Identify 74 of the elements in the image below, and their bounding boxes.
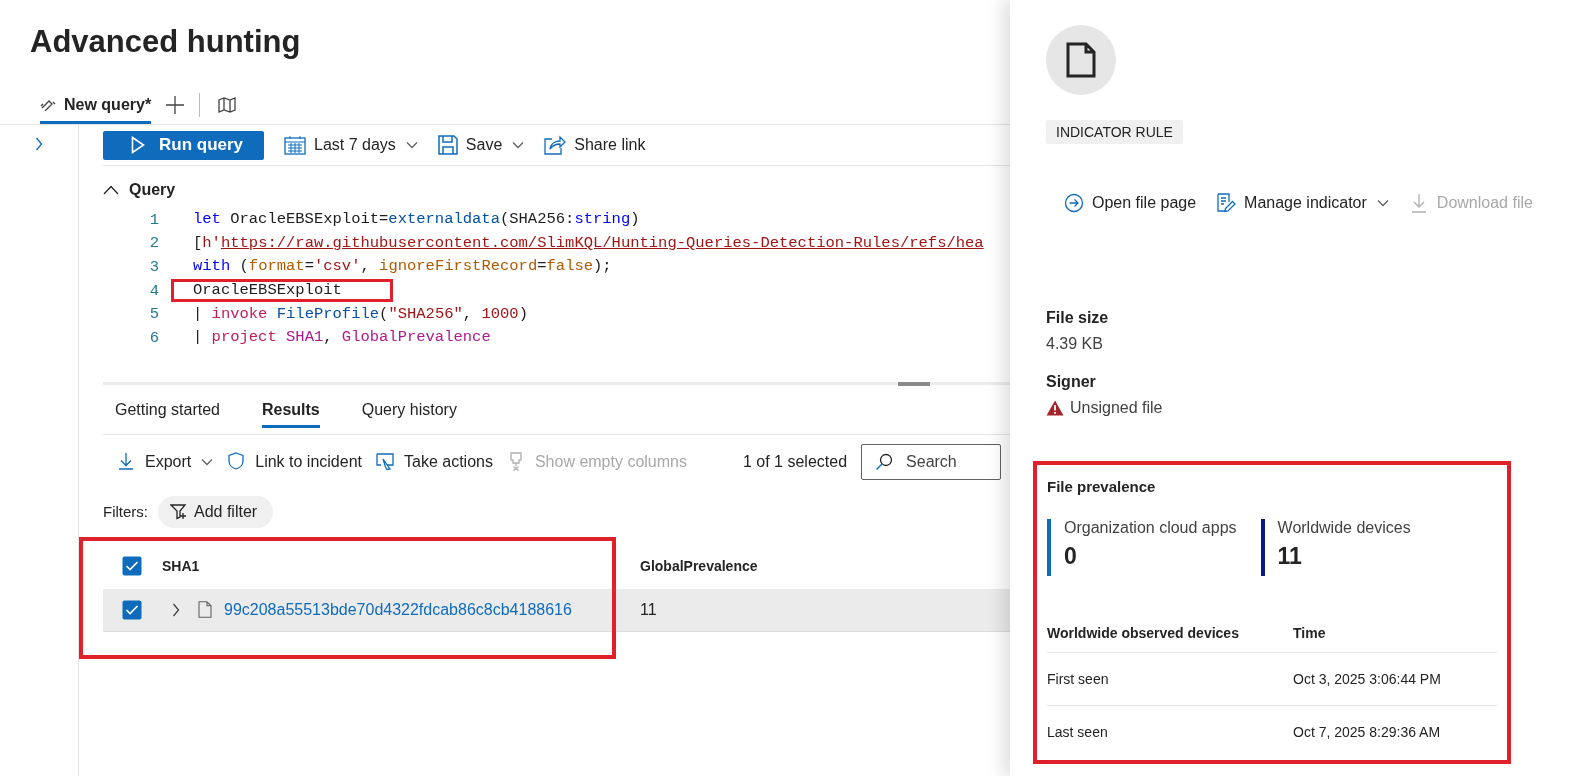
stat-value: 11 — [1277, 543, 1303, 570]
column-header: Worldwide observed devices — [1047, 625, 1240, 641]
chevron-down-icon — [201, 457, 214, 466]
share-link-button[interactable]: Share link — [544, 135, 646, 155]
line-number: 2 — [148, 234, 160, 253]
chevron-down-icon — [1376, 199, 1389, 207]
card-title: File prevalence — [1047, 478, 1157, 495]
edit-list-icon — [1216, 193, 1237, 213]
type-badge: INDICATOR RULE — [1046, 120, 1183, 144]
open-file-page-button[interactable]: Open file page — [1064, 193, 1197, 213]
table-cell-text: First seen — [1047, 671, 1110, 687]
code-line[interactable]: | project SHA1, GlobalPrevalence — [171, 326, 496, 350]
results-tab[interactable]: Results — [261, 394, 320, 428]
export-button[interactable]: Export — [117, 451, 214, 472]
share-icon — [544, 135, 567, 155]
sha1-link[interactable]: 99c208a55513bde70d4322fdcab86c8cb4188616 — [224, 600, 572, 619]
column-header[interactable]: GlobalPrevalence — [640, 557, 758, 574]
checkbox[interactable] — [122, 599, 142, 620]
selection-count: 1 of 1 selected — [743, 452, 848, 471]
stat-label: Worldwide devices — [1277, 519, 1411, 537]
plus-icon[interactable] — [165, 95, 186, 115]
take-actions-button[interactable]: Take actions — [376, 451, 493, 472]
save-button[interactable]: Save — [437, 135, 525, 155]
pencil-icon — [40, 99, 56, 111]
file-icon — [198, 601, 212, 619]
results-tab[interactable]: Getting started — [115, 394, 220, 428]
code-line[interactable]: | invoke FileProfile("SHA256", 1000) — [171, 302, 533, 326]
column-header: Time — [1293, 625, 1326, 641]
results-tab[interactable]: Query history — [361, 394, 457, 428]
query-tab[interactable]: New query* — [40, 86, 152, 124]
play-icon — [131, 136, 145, 154]
table-cell: Oct 7, 2025 8:29:36 AM — [1293, 724, 1441, 740]
map-icon[interactable] — [218, 97, 237, 113]
code-line[interactable]: with (format='csv', ignoreFirstRecord=false); — [171, 255, 617, 279]
document-icon — [1066, 42, 1096, 78]
code-line[interactable]: let OracleEBSExploit=externaldata(SHA256:string) — [171, 208, 645, 232]
cursor-screen-icon — [376, 451, 396, 472]
stat-value: 0 — [1064, 543, 1078, 570]
field-value: 4.39 KB — [1046, 335, 1103, 353]
add-filter-button[interactable]: Add filter — [158, 495, 274, 528]
filters-label: Filters: — [103, 503, 148, 521]
chevron-right-icon[interactable] — [172, 602, 180, 617]
checkbox[interactable] — [122, 555, 142, 576]
search-field[interactable]: Search — [861, 443, 1002, 480]
chevron-up-icon — [103, 185, 119, 195]
line-number: 3 — [148, 258, 160, 276]
column-header[interactable]: SHA1 — [162, 557, 640, 574]
chevron-down-icon — [405, 141, 418, 149]
query-section-toggle[interactable]: Query — [103, 180, 176, 200]
manage-indicator-button[interactable]: Manage indicator — [1216, 193, 1389, 213]
field-label: File size — [1046, 309, 1110, 327]
page-title: Advanced hunting — [29, 23, 302, 60]
expand-icon[interactable] — [35, 137, 43, 151]
link-to-incident-button[interactable]: Link to incident — [227, 451, 362, 472]
code-line[interactable]: [h'https://raw.githubusercontent.com/SlimKQL/Hunting-Queries-Detection-Rules/refs/hea — [171, 231, 989, 255]
calendar-icon — [284, 135, 306, 155]
table-cell: 11 — [640, 600, 657, 619]
stat-label: Organization cloud apps — [1064, 519, 1237, 537]
search-icon — [875, 452, 894, 471]
table-cell: Oct 3, 2025 3:06:44 PM — [1293, 671, 1441, 687]
chevron-down-icon — [512, 141, 525, 149]
run-query-button[interactable]: Run query — [103, 130, 264, 160]
resize-handle[interactable] — [898, 381, 930, 386]
arrow-circle-icon — [1064, 193, 1084, 213]
field-value: Unsigned file — [1070, 399, 1163, 417]
field-label: Signer — [1046, 373, 1097, 391]
line-number: 4 — [148, 281, 160, 300]
line-number: 6 — [148, 328, 160, 347]
line-number: 1 — [148, 210, 160, 229]
table-cell-text: Last seen — [1047, 724, 1109, 740]
time-range-dropdown[interactable]: Last 7 days — [284, 135, 418, 155]
table-row[interactable]: 99c208a55513bde70d4322fdcab86c8cb4188616 11 — [103, 588, 1010, 632]
line-number: 5 — [148, 305, 160, 324]
filter-icon — [170, 503, 188, 520]
